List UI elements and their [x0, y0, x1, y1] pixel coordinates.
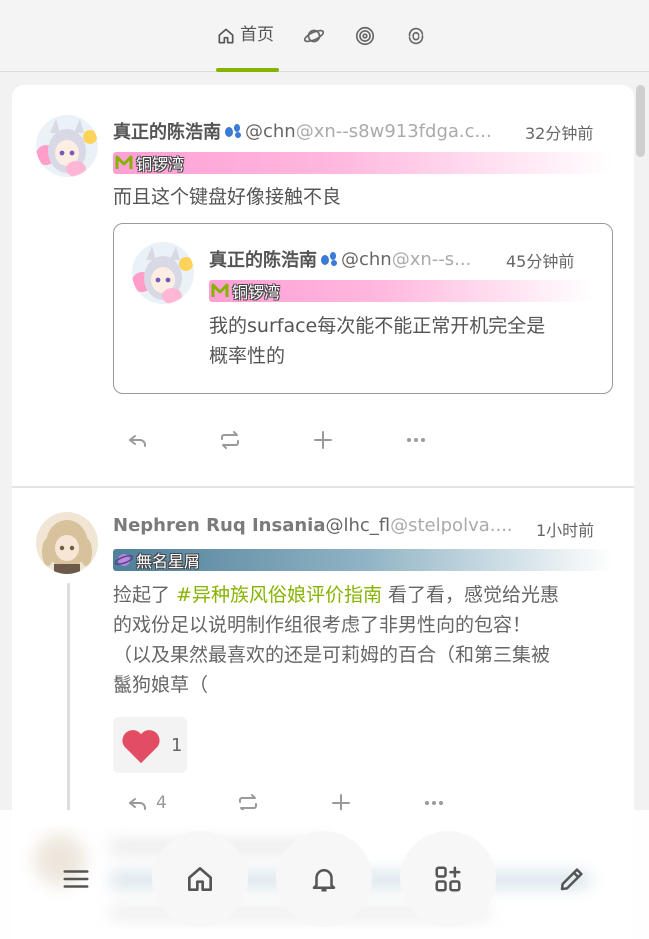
tab-spiral[interactable]	[354, 25, 376, 47]
planet-emoji-icon	[115, 554, 133, 566]
timestamp[interactable]: 45分钟前	[506, 248, 574, 272]
quoted-note[interactable]: 真正的陈浩南 @chn@xn--s... 45分钟前 铜锣湾 我的surface…	[113, 223, 613, 394]
menu-button[interactable]	[28, 831, 124, 927]
display-name[interactable]: Nephren Ruq Insania	[113, 515, 325, 536]
home-icon	[188, 867, 212, 891]
planet-icon	[303, 29, 325, 43]
display-name[interactable]: 真正的陈浩南	[113, 118, 221, 144]
avatar-anime-girl	[36, 512, 98, 574]
instance-ticker: 铜锣湾	[113, 152, 613, 174]
heart-icon	[122, 730, 160, 764]
hashtag-link[interactable]: #异种族风俗娘评价指南	[176, 584, 382, 606]
reaction-button[interactable]	[311, 425, 341, 455]
instance-name: 無名星屑	[136, 552, 201, 571]
thread-line	[67, 583, 70, 813]
swirl-icon	[408, 27, 424, 45]
display-name[interactable]: 真正的陈浩南	[209, 246, 317, 272]
quote-header: 真正的陈浩南 @chn@xn--s...	[209, 246, 499, 272]
avatar[interactable]	[36, 115, 98, 177]
instance-name: 铜锣湾	[136, 155, 185, 174]
more-icon	[407, 438, 425, 442]
quote-text: 我的surface每次能不能正常开机完全是 概率性的	[209, 315, 546, 367]
plus-icon	[314, 431, 332, 449]
misskey-icon	[115, 155, 133, 169]
widgets-button[interactable]	[400, 831, 496, 927]
home-icon	[218, 28, 234, 44]
quote-avatar[interactable]	[132, 242, 194, 304]
scrollbar[interactable]	[636, 85, 645, 157]
widgets-icon	[435, 866, 461, 892]
pencil-icon	[560, 868, 583, 891]
more-button[interactable]	[404, 425, 434, 455]
tab-planet[interactable]	[303, 25, 325, 47]
menu-icon	[63, 870, 89, 888]
misskey-icon	[211, 283, 229, 297]
notifications-button[interactable]	[276, 831, 372, 927]
instance-ticker: 铜锣湾	[209, 280, 594, 302]
compose-button[interactable]	[524, 831, 620, 927]
tab-home[interactable]: 首页	[216, 22, 280, 72]
timestamp[interactable]: 32分钟前	[525, 120, 593, 144]
tab-swirl[interactable]	[405, 25, 427, 47]
renote-icon	[221, 431, 239, 449]
timestamp[interactable]: 1小时前	[536, 517, 594, 541]
tab-home-label: 首页	[240, 25, 274, 45]
reaction-count: 1	[171, 734, 183, 756]
username[interactable]: @chn@xn--s...	[341, 249, 471, 270]
note-text: 而且这个键盘好像接触不良	[113, 186, 342, 208]
note-header: Nephren Ruq Insania @lhc_fl@stelpolva...…	[113, 515, 523, 536]
paw-emoji-icon	[225, 124, 241, 138]
avatar[interactable]	[36, 512, 98, 574]
renote-button[interactable]	[218, 425, 248, 455]
spiral-icon	[355, 26, 375, 46]
reply-icon	[129, 435, 146, 447]
top-header: 首页	[0, 0, 649, 72]
note-divider	[12, 486, 634, 488]
home-nav-button[interactable]	[152, 831, 248, 927]
note-text: 捡起了 #异种族风俗娘评价指南 看了看，感觉给光惠 的戏份足以说明制作组很考虑了…	[113, 584, 560, 696]
bottom-navbar	[0, 810, 649, 939]
username[interactable]: @lhc_fl@stelpolva....	[325, 515, 512, 536]
bell-icon	[312, 869, 336, 892]
reply-button[interactable]	[126, 425, 156, 455]
instance-ticker: 無名星屑	[113, 549, 613, 571]
paw-emoji-icon	[321, 252, 337, 266]
username[interactable]: @chn@xn--s8w913fdga.c...	[245, 121, 492, 142]
instance-name: 铜锣湾	[232, 283, 281, 302]
reaction-heart[interactable]: 1	[113, 717, 187, 773]
avatar-anime-girl	[36, 115, 98, 177]
note-header: 真正的陈浩南 @chn@xn--s8w913fdga.c...	[113, 118, 523, 144]
avatar-anime-girl	[132, 242, 194, 304]
active-tab-indicator	[216, 68, 279, 72]
